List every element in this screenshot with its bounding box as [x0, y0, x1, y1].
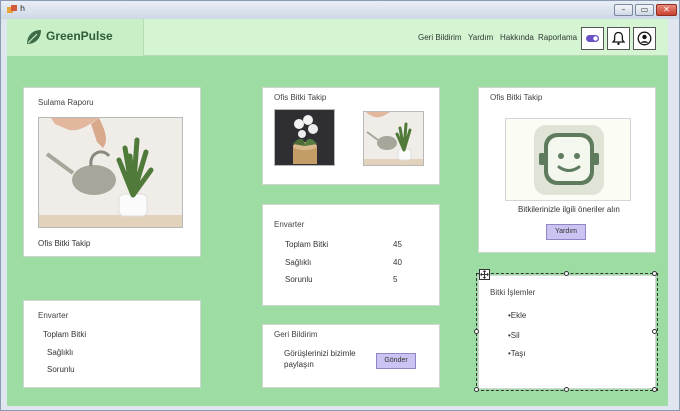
resize-handle-bottom[interactable]: [564, 387, 569, 392]
nav-yardim[interactable]: Yardım: [468, 33, 493, 42]
oneriler-panel: Ofis Bitki Takip Bitkilerinizle ilgili ö…: [478, 87, 656, 253]
watering-photo-small: [363, 111, 424, 166]
main-client: GreenPulse Geri Bildirim Yardım Hakkında…: [7, 19, 668, 406]
toplam-bitki-label: Toplam Bitki: [285, 240, 329, 249]
brand-box: GreenPulse: [7, 19, 144, 56]
envanter-panel: Envarter Toplam Bitki 45 Sağlıklı 40 Sor…: [262, 204, 440, 306]
window-title: h: [20, 4, 26, 13]
resize-handle-left[interactable]: [474, 329, 479, 334]
sorunlu-value: 5: [393, 275, 398, 284]
nav-geri-bildirim[interactable]: Geri Bildirim: [418, 33, 462, 42]
feedback-prompt-line1: Görüşlerinizi bizimle: [284, 349, 356, 358]
theme-toggle-button[interactable]: [581, 27, 604, 50]
sorunlu-label: Sorunlu: [285, 275, 313, 284]
geri-bildirim-panel: Geri Bildirim Görüşlerinizi bizimle payl…: [262, 324, 440, 388]
resize-handle-top-right[interactable]: [652, 271, 657, 276]
profile-button[interactable]: [633, 27, 656, 50]
saglikli-label: Sağlıklı: [47, 348, 74, 357]
header-bar: GreenPulse Geri Bildirim Yardım Hakkında…: [7, 19, 668, 56]
minimize-button[interactable]: –: [614, 4, 633, 16]
selection-outline: [476, 273, 658, 391]
toggle-icon: [586, 35, 599, 42]
close-button[interactable]: ✕: [656, 4, 677, 16]
app-icon: [7, 5, 17, 13]
sorunlu-label: Sorunlu: [47, 365, 75, 374]
toplam-bitki-label: Toplam Bitki: [43, 330, 87, 339]
toplam-bitki-value: 45: [393, 240, 402, 249]
move-icon[interactable]: [479, 269, 490, 280]
envanter-left-panel: Envarter Toplam Bitki Sağlıklı Sorunlu: [23, 300, 201, 388]
nav-raporlama[interactable]: Raporlama: [538, 33, 577, 42]
panel-title: Geri Bildirim: [274, 330, 318, 339]
sulama-raporu-panel: Sulama Raporu Ofis Bitki Takip: [23, 87, 201, 257]
saglikli-value: 40: [393, 258, 402, 267]
panel-title: Sulama Raporu: [38, 98, 94, 107]
app-window: h – ▭ ✕ GreenPulse Geri Bildirim Yardım …: [0, 0, 680, 411]
watering-plant-thumb: [364, 112, 423, 165]
panel-title: Envarter: [274, 220, 305, 229]
brand-name: GreenPulse: [46, 29, 113, 43]
oneriler-text: Bitkilerinizle ilgili öneriler alın: [518, 205, 620, 214]
robot-image-frame: [505, 118, 631, 201]
orchid-photo: [274, 109, 335, 166]
user-icon: [637, 31, 652, 46]
watering-photo: [38, 117, 183, 228]
panel-title: Ofis Bitki Takip: [274, 93, 327, 102]
resize-handle-right[interactable]: [652, 329, 657, 334]
watering-plant-image: [39, 118, 182, 227]
title-bar: h – ▭ ✕: [1, 1, 679, 19]
panel-title: Ofis Bitki Takip: [490, 93, 543, 102]
orchid-image: [275, 110, 334, 165]
resize-handle-bottom-right[interactable]: [652, 387, 657, 392]
notifications-button[interactable]: [607, 27, 630, 50]
feedback-prompt-line2: paylaşın: [284, 360, 314, 369]
ofis-bitki-takip-photos-panel: Ofis Bitki Takip: [262, 87, 440, 185]
robot-icon: [534, 125, 604, 195]
leaf-icon: [27, 30, 41, 44]
gonder-button[interactable]: Gönder: [376, 353, 416, 369]
panel-title: Envarter: [38, 311, 69, 320]
resize-handle-top[interactable]: [564, 271, 569, 276]
saglikli-label: Sağlıklı: [285, 258, 312, 267]
bell-icon: [611, 31, 626, 45]
maximize-button[interactable]: ▭: [635, 4, 654, 16]
yardim-button[interactable]: Yardım: [546, 224, 586, 240]
nav-hakkinda[interactable]: Hakkında: [500, 33, 534, 42]
resize-handle-bottom-left[interactable]: [474, 387, 479, 392]
panel-caption: Ofis Bitki Takip: [38, 239, 91, 248]
